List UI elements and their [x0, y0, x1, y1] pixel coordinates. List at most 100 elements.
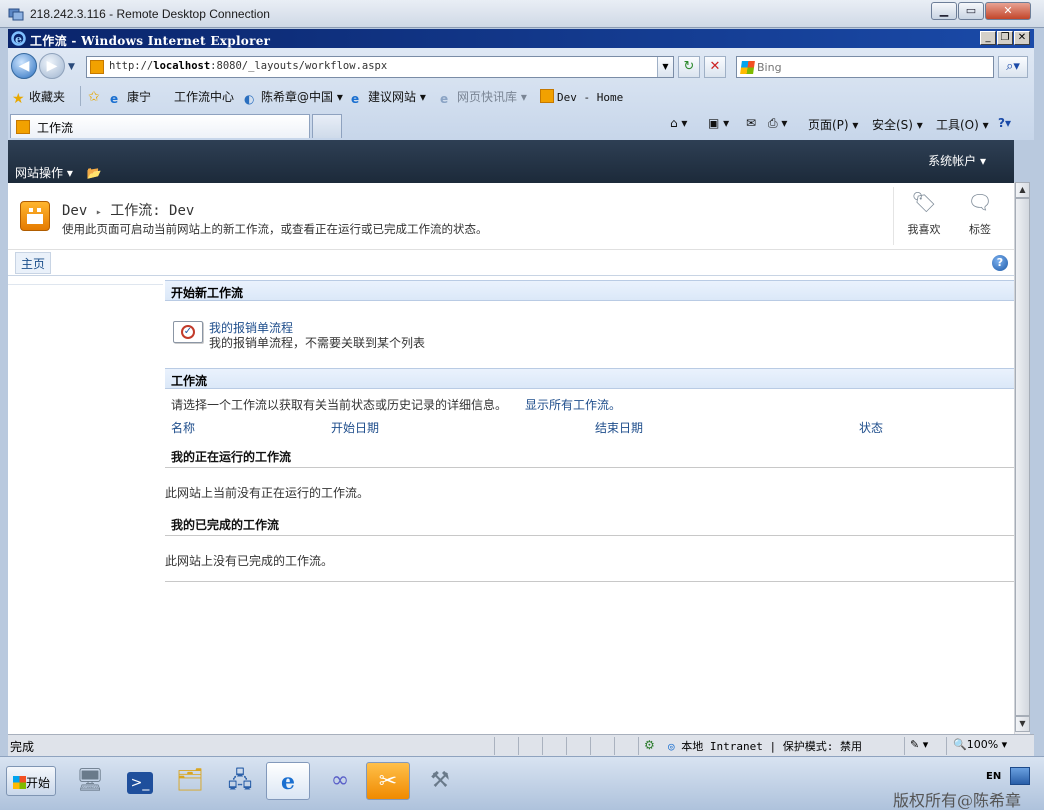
print-icon[interactable]: ⎙ ▾ [768, 116, 787, 131]
left-navigation [8, 277, 163, 285]
main-content: 开始新工作流 ✓ 我的报销单流程 我的报销单流程，不需要关联到某个列表 工作流 … [165, 280, 1014, 730]
status-segment [518, 737, 519, 755]
page-menu[interactable]: 页面(P) ▾ [808, 116, 858, 133]
zoom-level[interactable]: 🔍100% ▾ [953, 738, 1007, 751]
fav-item-suggested-sites[interactable]: e 建议网站 ▾ [351, 88, 426, 106]
fav-item-kangning[interactable]: e 康宁 [110, 88, 151, 106]
rdc-minimize-button[interactable]: ▁ [931, 2, 957, 20]
taskbar-ie-icon[interactable]: e [266, 762, 310, 800]
site-logo-icon[interactable] [20, 201, 50, 231]
tools-menu[interactable]: 工具(O) ▾ [936, 116, 989, 133]
help-icon[interactable]: ? [992, 255, 1008, 271]
start-workflow-header: 开始新工作流 [165, 280, 1014, 301]
taskbar: 开始 🖥 >_ 🗂 🖧 e ∞ ✂ ⚒ EN 版权所有@陈希章 [0, 756, 1044, 810]
column-header-status[interactable]: 状态 [859, 419, 883, 436]
column-header-name[interactable]: 名称 [171, 419, 195, 436]
refresh-icon[interactable]: ↻ [678, 56, 700, 78]
status-bar: 完成 ⚙ ◎ 本地 Intranet | 保护模式: 禁用 ✎ ▾ 🔍100% … [8, 734, 1034, 756]
intranet-globe-icon: ◎ [668, 740, 675, 753]
address-dropdown-icon[interactable]: ▼ [657, 57, 673, 77]
ie-restore-button[interactable]: ❐ [997, 31, 1013, 45]
scroll-up-icon[interactable]: ▲ [1015, 182, 1030, 198]
vertical-scrollbar[interactable]: ▲ ▼ [1014, 182, 1030, 734]
ie-close-button[interactable]: ✕ [1014, 31, 1030, 45]
powershell-icon[interactable]: >_ [118, 762, 162, 800]
explorer-folder-icon[interactable]: 🗂 [168, 762, 212, 800]
search-icon[interactable]: ⌕▾ [998, 56, 1028, 78]
bing-icon [740, 61, 755, 74]
help-menu-icon[interactable]: ?▾ [998, 116, 1011, 130]
safety-menu[interactable]: 安全(S) ▾ [872, 116, 923, 133]
recent-pages-chevron-icon[interactable]: ▼ [68, 62, 75, 72]
system-account-menu[interactable]: 系统帐户 ▾ [928, 152, 986, 169]
scroll-down-icon[interactable]: ▼ [1015, 716, 1030, 732]
column-header-start-date[interactable]: 开始日期 [331, 419, 379, 436]
ie-page-icon: e [440, 92, 449, 106]
favorites-button[interactable]: ★ 收藏夹 [12, 88, 65, 107]
admin-tools-icon[interactable]: ⚒ [418, 762, 462, 800]
tab-workflow[interactable]: 工作流 [10, 114, 310, 138]
sharepoint-favicon-icon [540, 89, 554, 103]
site-actions-menu[interactable]: 网站操作 ▾ 📂 [15, 164, 102, 181]
rdc-title: 218.242.3.116 - Remote Desktop Connectio… [30, 7, 270, 21]
page-description: 使用此页面可启动当前网站上的新工作流，或查看正在运行或已完成工作流的状态。 [62, 222, 488, 236]
fav-item-chenxizhang[interactable]: ◐ 陈希章@中国 ▾ [244, 88, 343, 106]
ie-minimize-button[interactable]: _ [980, 31, 996, 45]
status-segment [614, 737, 615, 755]
visual-studio-icon[interactable]: ∞ [318, 762, 362, 800]
add-favorite-icon[interactable]: ✩ [88, 88, 105, 105]
nav-home-tab[interactable]: 主页 [15, 252, 52, 274]
mail-icon[interactable]: ✉ [746, 116, 756, 130]
like-tag-icon: 🏷 [911, 190, 937, 214]
like-button[interactable]: 🏷 我喜欢 [896, 189, 952, 237]
server-manager-icon[interactable]: 🖥 [68, 762, 112, 800]
search-box[interactable] [736, 56, 994, 78]
back-arrow-icon[interactable]: ◀ [11, 53, 37, 79]
globe-icon: ◐ [244, 92, 255, 106]
running-empty-message: 此网站上当前没有正在运行的工作流。 [165, 486, 370, 500]
workflow-item-icon[interactable]: ✓ [173, 321, 203, 343]
fav-item-workflow-center[interactable]: 工作流中心 [174, 88, 234, 105]
tags-notes-icon: 🗨 [967, 190, 993, 214]
page-header: Dev ▸ 工作流: Dev 使用此页面可启动当前网站上的新工作流，或查看正在运… [8, 183, 1014, 250]
fav-item-web-slice-gallery[interactable]: e 网页快讯库 ▾ [440, 88, 527, 106]
fav-item-dev-home[interactable]: Dev - Home [540, 89, 623, 104]
protected-mode-icon[interactable]: ⚙ [644, 738, 655, 752]
status-segment [494, 737, 495, 755]
column-header-end-date[interactable]: 结束日期 [595, 419, 643, 436]
top-navigation: 主页 ? [8, 250, 1014, 276]
breadcrumb: Dev ▸ 工作流: Dev [62, 200, 194, 220]
rss-icon[interactable]: ▣ ▾ [708, 116, 729, 130]
language-indicator[interactable]: EN [986, 771, 1001, 782]
security-zone[interactable]: ◎ 本地 Intranet | 保护模式: 禁用 [668, 738, 862, 754]
navigate-up-icon[interactable]: 📂 [87, 166, 102, 180]
address-bar[interactable]: http://localhost:8080/_layouts/workflow.… [86, 56, 674, 78]
scroll-thumb[interactable] [1015, 198, 1030, 716]
popup-blocker-icon[interactable]: ✎ ▾ [910, 738, 928, 751]
tools-app-icon[interactable]: ✂ [366, 762, 410, 800]
tags-notes-button[interactable]: 🗨 标签 [952, 189, 1008, 237]
network-icon[interactable]: 🖧 [218, 762, 262, 800]
favorites-divider [80, 86, 81, 106]
rdc-maximize-button[interactable]: ▭ [958, 2, 984, 20]
completed-workflows-title: 我的已完成的工作流 [171, 518, 280, 532]
home-icon[interactable]: ⌂ ▾ [670, 116, 687, 130]
new-tab-button[interactable] [312, 114, 342, 138]
breadcrumb-site-link[interactable]: Dev [62, 203, 87, 219]
forward-arrow-icon[interactable]: ▶ [39, 53, 65, 79]
ie-page-icon: e [110, 92, 119, 106]
running-divider [165, 467, 1014, 468]
start-button[interactable]: 开始 [6, 766, 56, 796]
page-title: 工作流: Dev [110, 203, 195, 219]
search-input[interactable] [757, 59, 987, 75]
status-segment [590, 737, 591, 755]
show-all-workflows-link[interactable]: 显示所有工作流。 [525, 396, 621, 413]
status-text: 完成 [10, 740, 35, 754]
rdc-title-bar: 218.242.3.116 - Remote Desktop Connectio… [0, 0, 1044, 28]
ribbon-bar: 网站操作 ▾ 📂 系统帐户 ▾ [8, 140, 1014, 183]
address-text[interactable]: http://localhost:8080/_layouts/workflow.… [109, 60, 387, 72]
workflows-header: 工作流 [165, 368, 1014, 389]
show-desktop-icon[interactable] [1010, 767, 1030, 785]
rdc-close-button[interactable]: ✕ [985, 2, 1031, 20]
stop-icon[interactable]: ✕ [704, 56, 726, 78]
